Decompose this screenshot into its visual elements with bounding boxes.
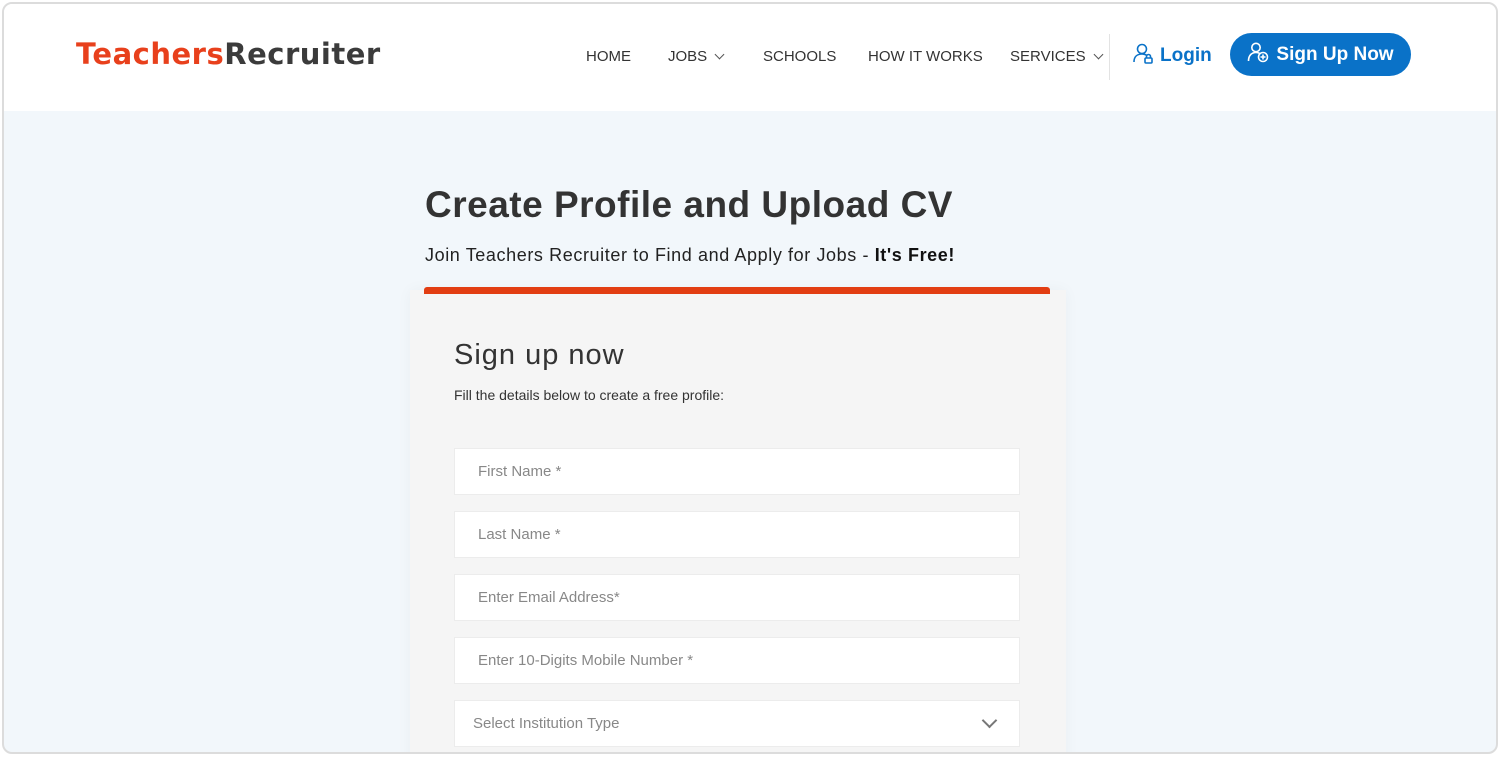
nav-home[interactable]: HOME [586,48,631,65]
signup-label: Sign Up Now [1276,43,1394,65]
email-field[interactable]: Enter Email Address* [454,574,1020,621]
page-title: Create Profile and Upload CV [425,184,953,225]
nav-schools-label: SCHOOLS [763,48,837,65]
last-name-placeholder: Last Name * [478,526,561,543]
site-logo[interactable]: TeachersRecruiter [76,37,381,71]
site-header: TeachersRecruiter HOME JOBS SCHOOLS HOW … [4,4,1496,111]
nav-services[interactable]: SERVICES [1010,48,1104,65]
page-subtitle-text: Join Teachers Recruiter to Find and Appl… [425,245,875,265]
nav-how-it-works[interactable]: HOW IT WORKS [868,48,983,65]
nav-jobs[interactable]: JOBS [668,48,725,65]
user-lock-icon [1132,42,1154,70]
first-name-field[interactable]: First Name * [454,448,1020,495]
login-label: Login [1160,45,1212,66]
nav-divider [1109,34,1110,80]
login-link[interactable]: Login [1132,42,1212,70]
browser-viewport: TeachersRecruiter HOME JOBS SCHOOLS HOW … [2,2,1498,754]
mobile-placeholder: Enter 10-Digits Mobile Number * [478,652,694,669]
mobile-field[interactable]: Enter 10-Digits Mobile Number * [454,637,1020,684]
first-name-placeholder: First Name * [478,463,562,480]
email-placeholder: Enter Email Address* [478,589,620,606]
chevron-down-icon [1093,49,1104,60]
nav-jobs-label: JOBS [668,48,708,65]
form-description: Fill the details below to create a free … [454,387,725,403]
form-title: Sign up now [454,339,625,371]
signup-button[interactable]: Sign Up Now [1230,33,1411,76]
page-subtitle: Join Teachers Recruiter to Find and Appl… [425,245,955,266]
chevron-down-icon [714,49,725,60]
card-accent-bar [424,287,1050,294]
institution-type-select[interactable]: Select Institution Type [454,700,1020,747]
institution-type-placeholder: Select Institution Type [473,715,620,732]
logo-part-teachers: Teachers [76,37,225,71]
user-plus-icon [1247,41,1269,69]
nav-services-label: SERVICES [1010,48,1086,65]
page-subtitle-emphasis: It's Free! [874,245,955,265]
nav-schools[interactable]: SCHOOLS [763,48,836,65]
chevron-down-icon [981,712,998,729]
logo-part-recruiter: Recruiter [224,37,381,71]
nav-home-label: HOME [586,48,631,65]
nav-how-it-works-label: HOW IT WORKS [868,48,983,65]
last-name-field[interactable]: Last Name * [454,511,1020,558]
